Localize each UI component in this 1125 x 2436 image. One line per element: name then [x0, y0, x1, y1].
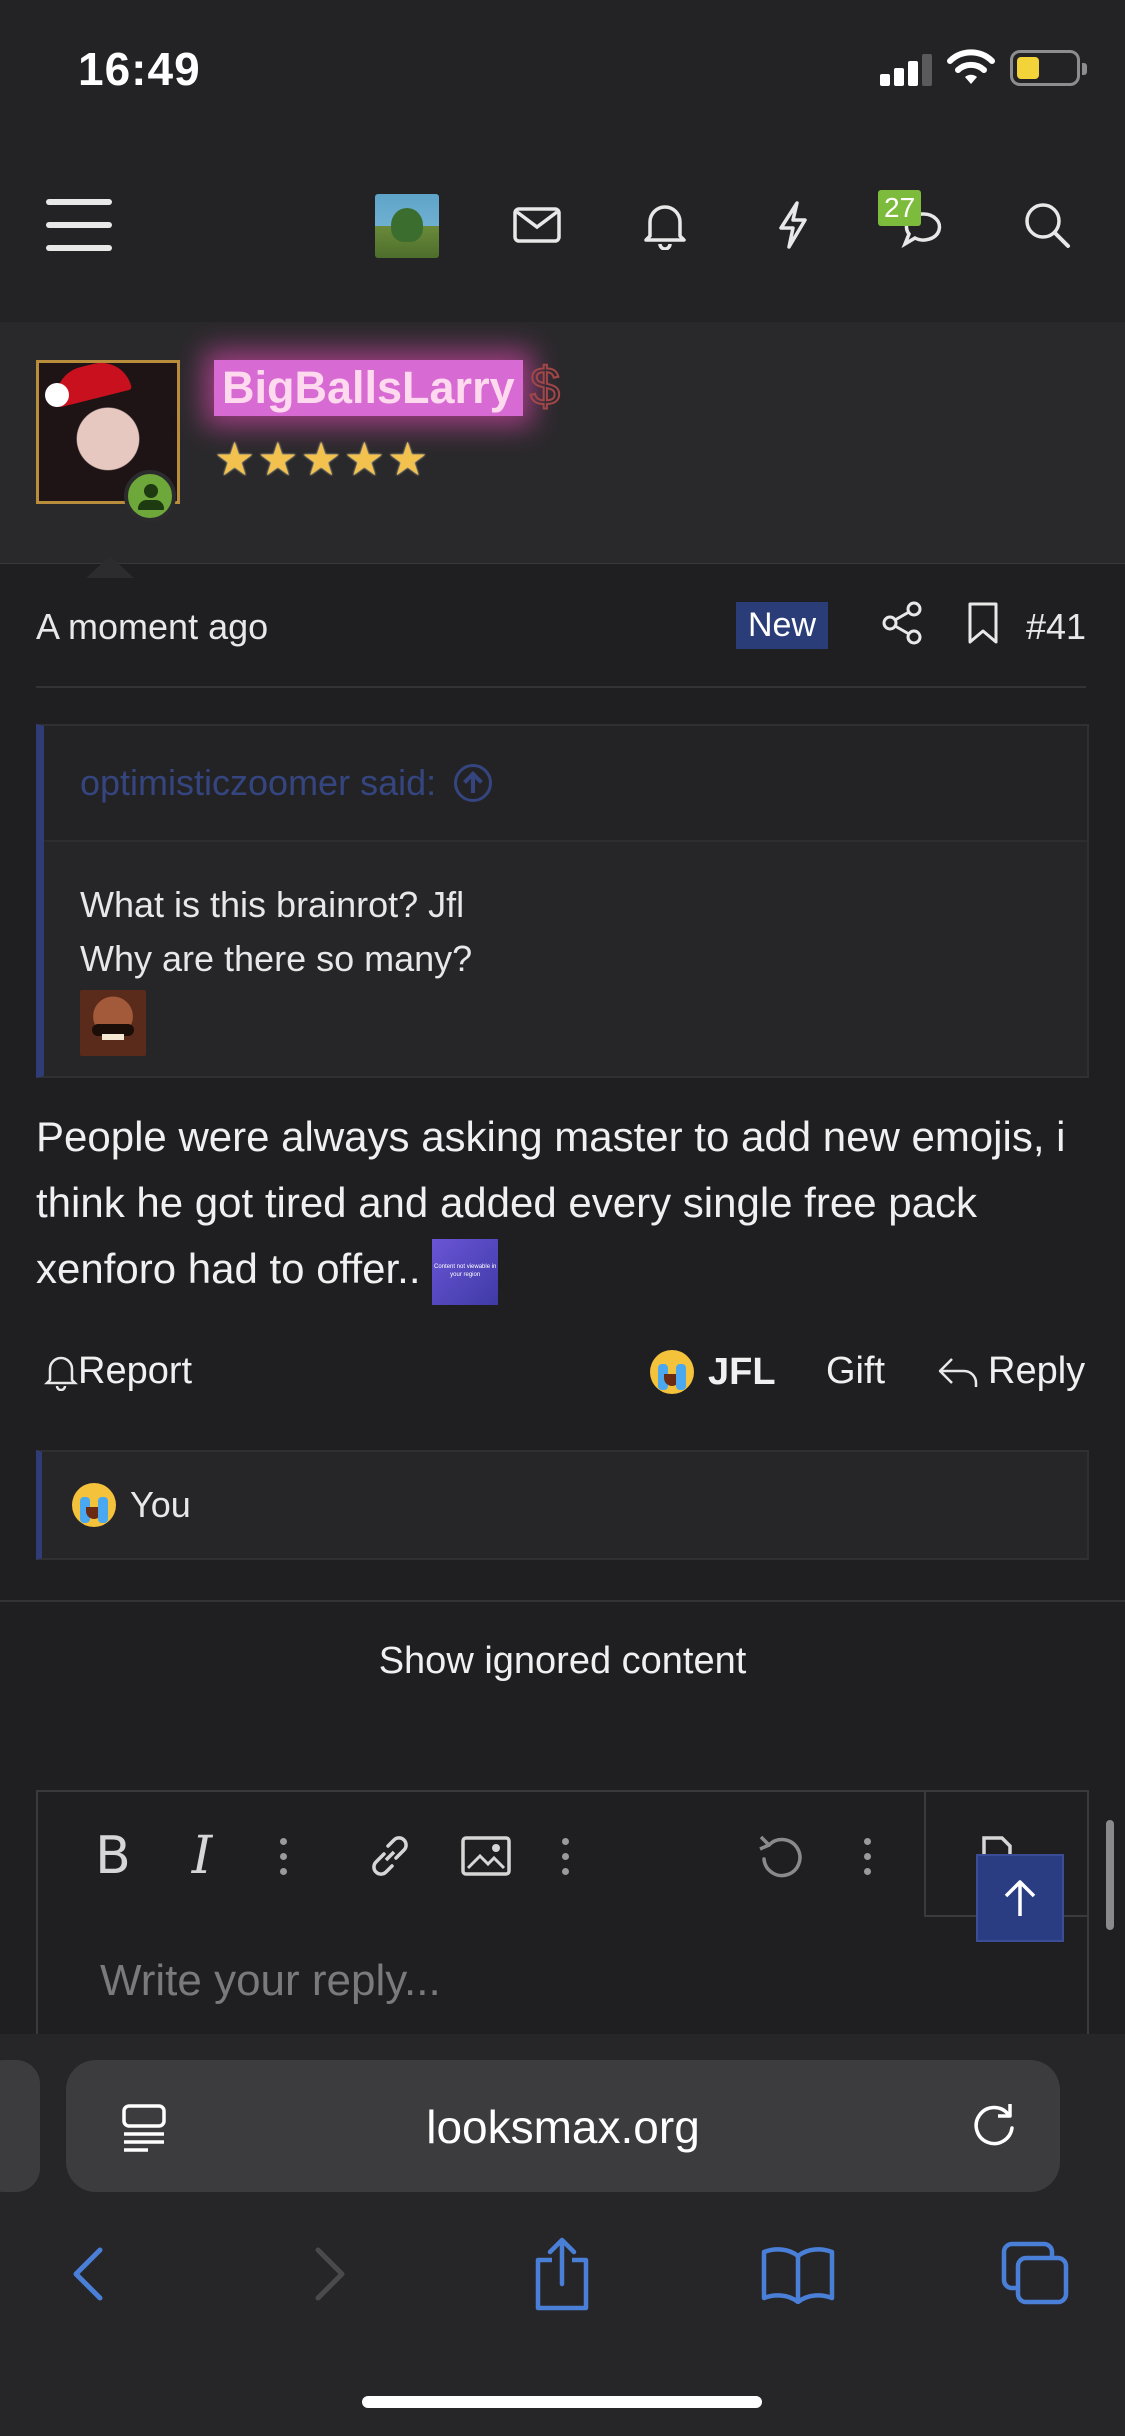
page-scrollbar[interactable] [1106, 1820, 1114, 1930]
scroll-to-top-button[interactable] [976, 1854, 1064, 1942]
arrow-up-icon [1004, 1880, 1036, 1916]
reactions-summary[interactable]: You [36, 1450, 1089, 1560]
link-icon[interactable] [360, 1826, 420, 1886]
search-icon[interactable] [1012, 190, 1082, 260]
gift-button[interactable]: Gift [826, 1350, 885, 1393]
italic-button[interactable]: I [182, 1826, 222, 1886]
image-icon[interactable] [456, 1826, 516, 1886]
bell-icon [44, 1356, 78, 1391]
wifi-icon [947, 49, 995, 84]
post-number[interactable]: #41 [1026, 606, 1086, 648]
bell-icon[interactable] [630, 190, 700, 260]
status-time: 16:49 [78, 43, 201, 95]
post-timestamp[interactable]: A moment ago [36, 606, 268, 648]
quote-author[interactable]: optimisticzoomer said: [80, 762, 436, 804]
bookmark-icon[interactable] [960, 600, 1006, 646]
share-icon[interactable] [522, 2234, 602, 2314]
blocked-content-image[interactable]: Content not viewable in your region [432, 1238, 499, 1305]
chat-badge: 27 [878, 190, 922, 226]
laughing-man-emoji [80, 990, 146, 1056]
rank-dollar-icon: $ [529, 356, 561, 418]
reaction-jfl-button[interactable]: JFL [650, 1350, 776, 1394]
status-bar: 16:49 [0, 0, 1125, 150]
menu-icon[interactable] [46, 195, 112, 255]
account-avatar[interactable] [375, 194, 439, 258]
url-text: looksmax.org [426, 2101, 700, 2153]
sob-emoji-icon [650, 1350, 694, 1394]
back-icon[interactable] [48, 2234, 128, 2314]
share-icon[interactable] [880, 600, 926, 646]
post-meta-row: A moment ago New #41 [36, 596, 1086, 688]
online-status-icon [124, 470, 176, 522]
post-actions: Report JFL Gift Reply [36, 1346, 1088, 1406]
header-pointer [86, 556, 134, 578]
reply-button[interactable]: Reply [936, 1350, 1085, 1393]
sob-emoji-icon [72, 1483, 116, 1527]
quote-line: What is this brainrot? Jfl [80, 884, 465, 925]
mail-icon[interactable] [502, 190, 572, 260]
quote-body: What is this brainrot? Jfl Why are there… [44, 842, 1087, 1056]
bolt-icon[interactable] [758, 190, 828, 260]
more-insert-options-icon[interactable] [560, 1826, 570, 1886]
undo-icon[interactable] [752, 1826, 812, 1886]
divider [0, 1600, 1125, 1602]
post-message: People were always asking master to add … [36, 1104, 1086, 1305]
quote-block: optimisticzoomer said: What is this brai… [36, 724, 1089, 1078]
previous-tab-peek[interactable] [0, 2060, 40, 2192]
forum-nav-bar: 27 [0, 150, 1125, 322]
message-text: People were always asking master to add … [36, 1113, 1066, 1292]
new-badge: New [736, 602, 829, 649]
editor-toolbar: B I [38, 1792, 1089, 1920]
more-options-icon[interactable] [862, 1826, 872, 1886]
tabs-icon[interactable] [996, 2234, 1076, 2314]
reaction-label: JFL [708, 1350, 776, 1393]
report-button[interactable]: Report [44, 1350, 192, 1393]
cellular-signal-icon [880, 52, 932, 86]
reply-editor: B I Write your reply... [36, 1790, 1089, 2060]
reply-input[interactable]: Write your reply... [100, 1956, 441, 2006]
battery-icon [1010, 50, 1087, 86]
report-label: Report [78, 1350, 193, 1392]
show-ignored-content-link[interactable]: Show ignored content [0, 1640, 1125, 1683]
reply-label: Reply [988, 1350, 1086, 1392]
quote-header[interactable]: optimisticzoomer said: [44, 726, 1087, 842]
reply-arrow-icon [938, 1357, 978, 1387]
rating-stars: ★★★★★ [214, 433, 431, 485]
browser-toolbar: looksmax.org [0, 2034, 1125, 2436]
bold-button[interactable]: B [88, 1826, 138, 1886]
reload-icon[interactable] [966, 2098, 1022, 2154]
jump-to-quote-icon[interactable] [454, 764, 493, 802]
bookmarks-icon[interactable] [758, 2234, 838, 2314]
more-text-options-icon[interactable] [278, 1826, 288, 1886]
quote-line: Why are there so many? [80, 938, 473, 979]
forward-icon[interactable] [290, 2234, 370, 2314]
author-username[interactable]: BigBallsLarry [214, 360, 523, 416]
home-indicator[interactable] [362, 2396, 762, 2408]
address-bar[interactable]: looksmax.org [66, 2060, 1060, 2192]
post-author-header: BigBallsLarry $ ★★★★★ [0, 322, 1125, 564]
reactions-users: You [130, 1484, 191, 1525]
